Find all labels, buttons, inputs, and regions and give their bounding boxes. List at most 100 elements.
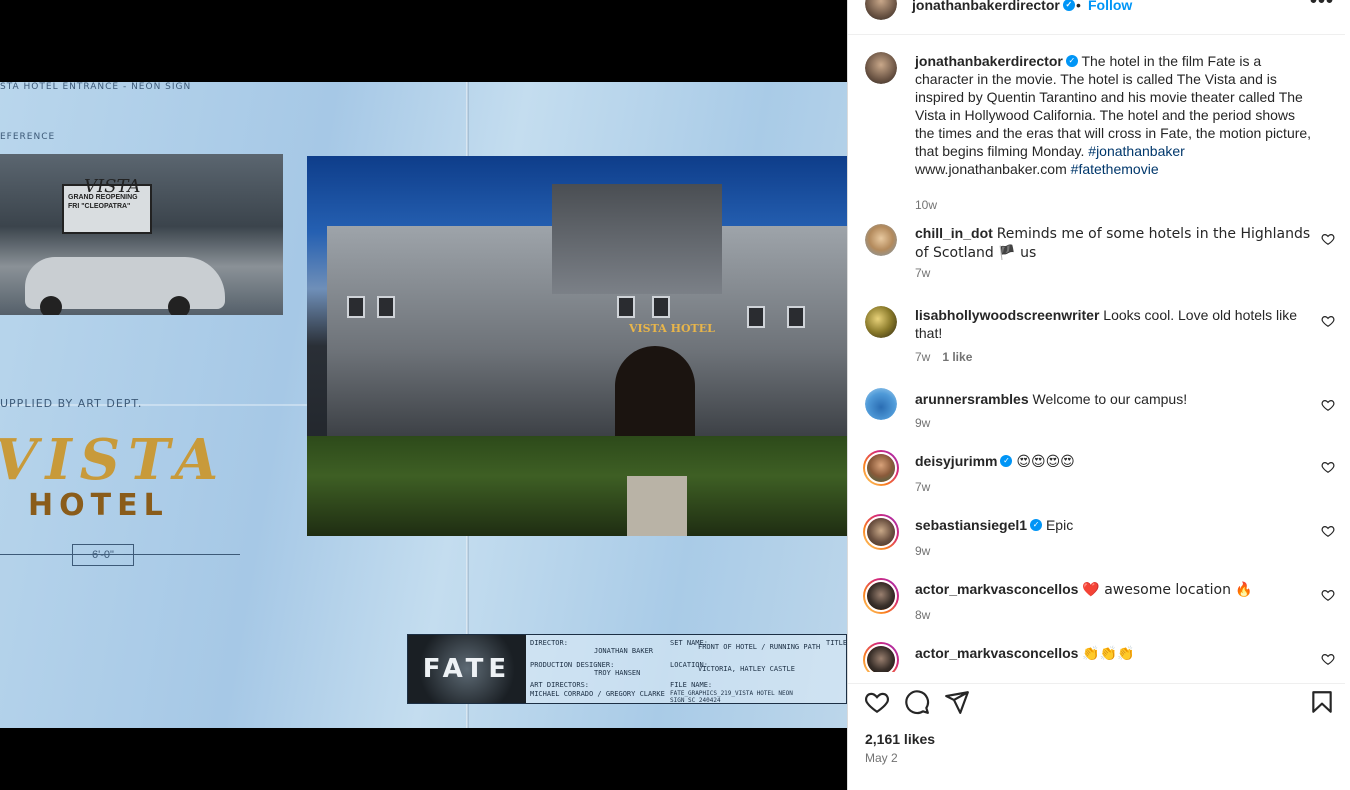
separator-dot: • bbox=[1076, 0, 1081, 13]
castle-window bbox=[787, 306, 805, 328]
tb-label: FILE NAME: bbox=[670, 681, 713, 689]
comment-username[interactable]: actor_markvasconcellos bbox=[915, 645, 1078, 661]
tb-value: TROY HANSEN bbox=[594, 669, 641, 677]
caption-username[interactable]: jonathanbakerdirector bbox=[915, 53, 1063, 69]
post-header: jonathanbakerdirector ✓ • Follow ••• bbox=[848, 0, 1350, 35]
car-wheel bbox=[168, 296, 190, 315]
tb-value: VICTORIA, HATLEY CASTLE bbox=[698, 665, 795, 673]
dimension-label: 6'-0" bbox=[72, 544, 134, 566]
tb-label: DIRECTOR: bbox=[530, 639, 568, 647]
avatar[interactable] bbox=[865, 306, 897, 338]
like-heart-icon[interactable] bbox=[1321, 652, 1335, 666]
like-heart-icon[interactable] bbox=[1321, 398, 1335, 412]
post-author[interactable]: jonathanbakerdirector ✓ bbox=[912, 0, 1075, 13]
post-sidebar: jonathanbakerdirector ✓ • Follow ••• jona… bbox=[847, 0, 1350, 790]
comment-text: sebastiansiegel1 ✓ Epic bbox=[915, 516, 1315, 534]
tb-value: FRONT OF HOTEL / RUNNING PATH bbox=[698, 643, 821, 651]
theater-vista-sign: VISTA bbox=[84, 176, 141, 197]
castle-window bbox=[377, 296, 395, 318]
hashtag-link[interactable]: #jonathanbaker bbox=[1088, 143, 1185, 159]
comment-body: ❤️ awesome location 🔥 bbox=[1082, 582, 1253, 598]
avatar-story-ring[interactable] bbox=[863, 642, 899, 672]
comment-text: actor_markvasconcellos 👏👏👏 bbox=[915, 644, 1315, 663]
castle-door bbox=[615, 346, 695, 436]
tb-label: ART DIRECTORS: bbox=[530, 681, 590, 689]
castle-window bbox=[617, 296, 635, 318]
share-send-icon[interactable] bbox=[944, 689, 970, 715]
comment-time[interactable]: 9w bbox=[915, 544, 930, 558]
caption-time[interactable]: 10w bbox=[915, 198, 937, 212]
tb-label: TITLE: bbox=[826, 639, 847, 647]
hotel-sign: VISTA HOTEL bbox=[629, 322, 715, 335]
comment-username[interactable]: lisabhollywoodscreenwriter bbox=[915, 307, 1099, 323]
author-username[interactable]: jonathanbakerdirector bbox=[912, 0, 1060, 13]
scrollbar[interactable] bbox=[1345, 0, 1350, 790]
tb-label: PRODUCTION DESIGNER: bbox=[530, 661, 615, 669]
more-options-icon[interactable]: ••• bbox=[1310, 0, 1334, 13]
sheet-title: STA HOTEL ENTRANCE - NEON SIGN bbox=[0, 82, 192, 92]
hashtag-link[interactable]: #fatethemovie bbox=[1071, 161, 1159, 177]
avatar[interactable] bbox=[865, 52, 897, 84]
castle-window bbox=[652, 296, 670, 318]
title-block: FATE DIRECTOR: JONATHAN BAKER SET NAME: … bbox=[407, 634, 847, 704]
comment-text: arunnersrambles Welcome to our campus! bbox=[915, 390, 1315, 408]
reference-photo: GRAND REOPENING FRI "CLEOPATRA" VISTA bbox=[0, 154, 283, 315]
comment-meta: 7w bbox=[915, 480, 930, 494]
post-actions bbox=[848, 683, 1350, 723]
verified-badge-icon: ✓ bbox=[1062, 0, 1075, 12]
verified-badge-icon: ✓ bbox=[1000, 455, 1013, 468]
likes-count[interactable]: 2,161 likes bbox=[865, 731, 935, 747]
avatar[interactable] bbox=[865, 0, 897, 20]
tb-value: JONATHAN BAKER bbox=[594, 647, 654, 655]
comment-meta: 7w bbox=[915, 266, 930, 280]
like-heart-icon[interactable] bbox=[864, 689, 890, 715]
comment-likes[interactable]: 1 like bbox=[942, 350, 972, 364]
follow-button[interactable]: Follow bbox=[1088, 0, 1132, 13]
avatar[interactable] bbox=[865, 224, 897, 256]
comment-time[interactable]: 9w bbox=[915, 416, 930, 430]
tb-value: MICHAEL CORRADO / GREGORY CLARKE bbox=[530, 690, 665, 698]
tb-value: FATE_GRAPHICS_219_VISTA HOTEL NEON SIGN_… bbox=[670, 690, 793, 704]
comment-text: actor_markvasconcellos ❤️ awesome locati… bbox=[915, 580, 1315, 599]
comment-username[interactable]: deisyjurimm bbox=[915, 453, 997, 469]
comment-time[interactable]: 7w bbox=[915, 480, 930, 494]
comment-time[interactable]: 7w bbox=[915, 350, 930, 364]
castle-tower bbox=[552, 184, 722, 294]
comment-username[interactable]: chill_in_dot bbox=[915, 225, 993, 241]
comment-bubble-icon[interactable] bbox=[904, 689, 930, 715]
comment-body: Welcome to our campus! bbox=[1032, 391, 1188, 407]
comment-time[interactable]: 7w bbox=[915, 266, 930, 280]
castle-photo: VISTA HOTEL bbox=[307, 156, 847, 536]
comment-body: Epic bbox=[1045, 517, 1074, 533]
save-bookmark-icon[interactable] bbox=[1309, 689, 1335, 715]
avatar[interactable] bbox=[865, 388, 897, 420]
avatar-story-ring[interactable] bbox=[863, 450, 899, 486]
avatar-story-ring[interactable] bbox=[863, 514, 899, 550]
comment-username[interactable]: sebastiansiegel1 bbox=[915, 517, 1027, 533]
like-heart-icon[interactable] bbox=[1321, 524, 1335, 538]
like-heart-icon[interactable] bbox=[1321, 460, 1335, 474]
website-text: www.jonathanbaker.com bbox=[915, 161, 1067, 177]
comments-list[interactable]: jonathanbakerdirector ✓ The hotel in the … bbox=[848, 36, 1345, 672]
post-date[interactable]: May 2 bbox=[865, 751, 898, 765]
like-heart-icon[interactable] bbox=[1321, 232, 1335, 246]
comment-meta: 9w bbox=[915, 416, 930, 430]
like-heart-icon[interactable] bbox=[1321, 588, 1335, 602]
caption-text: jonathanbakerdirector ✓ The hotel in the … bbox=[915, 52, 1315, 178]
comment-text: lisabhollywoodscreenwriter Looks cool. L… bbox=[915, 306, 1315, 342]
comment-text: chill_in_dot Reminds me of some hotels i… bbox=[915, 224, 1315, 262]
verified-badge-icon: ✓ bbox=[1065, 55, 1078, 68]
comment-time[interactable]: 8w bbox=[915, 608, 930, 622]
reference-label: EFERENCE bbox=[0, 132, 56, 142]
comment-username[interactable]: actor_markvasconcellos bbox=[915, 581, 1078, 597]
like-heart-icon[interactable] bbox=[1321, 314, 1335, 328]
castle-window bbox=[747, 306, 765, 328]
comment-username[interactable]: arunnersrambles bbox=[915, 391, 1029, 407]
blueprint-photo: STA HOTEL ENTRANCE - NEON SIGN EFERENCE … bbox=[0, 82, 847, 728]
comment-meta: 9w bbox=[915, 544, 930, 558]
post-media[interactable]: STA HOTEL ENTRANCE - NEON SIGN EFERENCE … bbox=[0, 0, 847, 790]
avatar-story-ring[interactable] bbox=[863, 578, 899, 614]
supplied-label: UPPLIED BY ART DEPT. bbox=[0, 397, 143, 410]
fate-logo: FATE bbox=[408, 635, 526, 703]
verified-badge-icon: ✓ bbox=[1030, 519, 1043, 532]
